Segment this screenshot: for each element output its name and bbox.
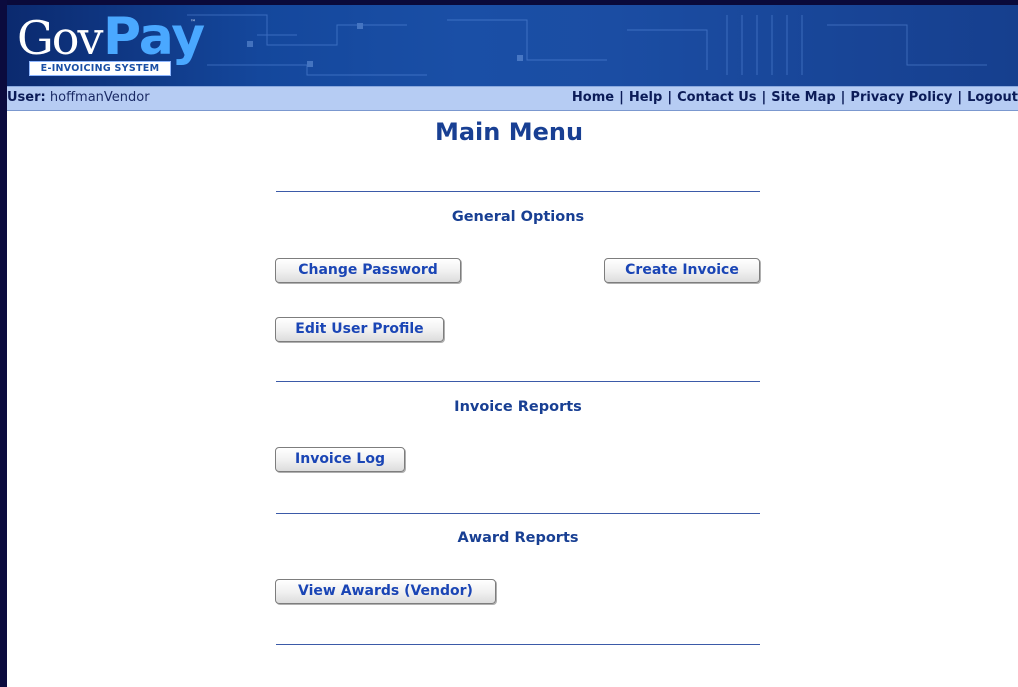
top-nav-links: Home | Help | Contact Us | Site Map | Privacy Po… <box>571 90 1018 105</box>
user-nav-bar: User: hoffmanVendor Home | Help | Contact Us… <box>7 86 1018 111</box>
logo-trademark: ™ <box>190 19 196 26</box>
change-password-button[interactable]: Change Password <box>275 258 461 283</box>
logo-subtitle: E-INVOICING SYSTEM <box>29 61 171 76</box>
section-title-award-reports: Award Reports <box>457 530 579 546</box>
invoice-log-button[interactable]: Invoice Log <box>275 447 405 472</box>
nav-sitemap-link[interactable]: Site Map <box>771 90 835 105</box>
current-user: User: hoffmanVendor <box>7 90 150 105</box>
logo-gov-text: Gov <box>17 11 103 65</box>
edit-user-profile-button[interactable]: Edit User Profile <box>275 317 444 342</box>
header-banner: Gov Pay ™ E-INVOICING SYSTEM <box>7 5 1018 86</box>
section-divider <box>276 381 760 382</box>
view-awards-vendor-button[interactable]: View Awards (Vendor) <box>275 579 496 604</box>
page-title: Main Menu <box>434 118 584 146</box>
username: hoffmanVendor <box>49 90 150 105</box>
nav-home-link[interactable]: Home <box>572 90 614 105</box>
section-divider <box>276 191 760 192</box>
section-title-general-options: General Options <box>451 209 585 225</box>
nav-privacy-link[interactable]: Privacy Policy <box>850 90 952 105</box>
nav-contact-link[interactable]: Contact Us <box>677 90 756 105</box>
create-invoice-button[interactable]: Create Invoice <box>604 258 760 283</box>
section-divider <box>276 644 760 645</box>
section-title-invoice-reports: Invoice Reports <box>454 399 582 415</box>
user-label: User: <box>7 90 46 105</box>
logo-pay-text: Pay <box>103 7 205 67</box>
window-left-border <box>0 0 7 687</box>
nav-logout-link[interactable]: Logout <box>967 90 1018 105</box>
section-divider <box>276 513 760 514</box>
nav-help-link[interactable]: Help <box>629 90 662 105</box>
